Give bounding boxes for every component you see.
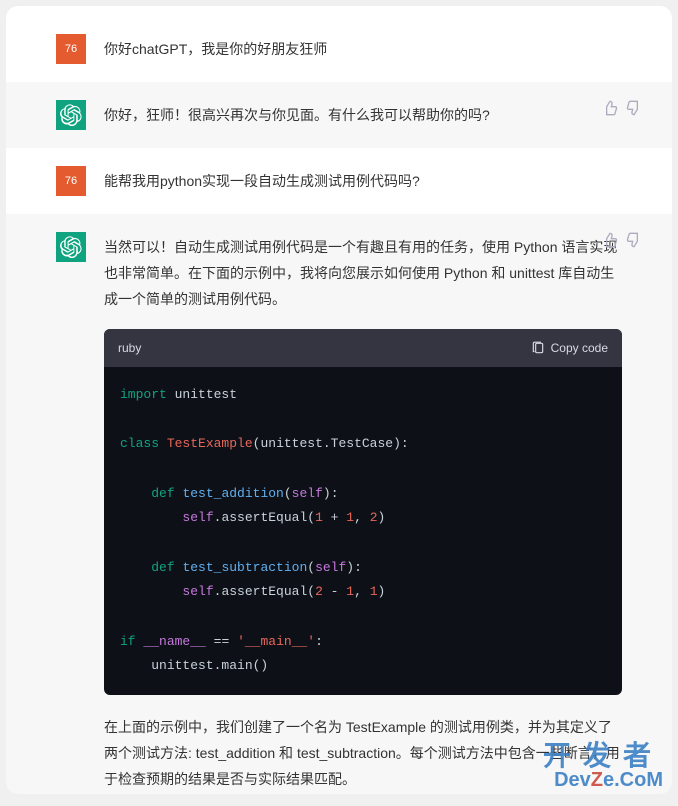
- thumbs-down-icon[interactable]: [626, 232, 642, 248]
- message-text: 当然可以！自动生成测试用例代码是一个有趣且有用的任务，使用 Python 语言实…: [104, 232, 622, 794]
- openai-icon: [60, 236, 82, 258]
- code-header: ruby Copy code: [104, 329, 622, 367]
- avatar-assistant: [56, 100, 86, 130]
- message-user-1: 76 你好chatGPT，我是你的好朋友狂师: [6, 16, 672, 82]
- message-assistant-1: 你好，狂师！很高兴再次与你见面。有什么我可以帮助你的吗?: [6, 82, 672, 148]
- message-actions: [602, 100, 642, 116]
- avatar-user: 76: [56, 34, 86, 64]
- message-text: 能帮我用python实现一段自动生成测试用例代码吗?: [104, 166, 622, 196]
- message-user-2: 76 能帮我用python实现一段自动生成测试用例代码吗?: [6, 148, 672, 214]
- clipboard-icon: [531, 341, 545, 355]
- code-body: import unittest class TestExample(unitte…: [104, 367, 622, 695]
- avatar-user: 76: [56, 166, 86, 196]
- copy-code-label: Copy code: [551, 337, 608, 359]
- message-actions: [602, 232, 642, 248]
- thumbs-down-icon[interactable]: [626, 100, 642, 116]
- code-block: ruby Copy code import unittest class Tes…: [104, 329, 622, 695]
- message-text: 你好，狂师！很高兴再次与你见面。有什么我可以帮助你的吗?: [104, 100, 622, 130]
- copy-code-button[interactable]: Copy code: [531, 337, 608, 359]
- thumbs-up-icon[interactable]: [602, 232, 618, 248]
- assistant-para-1: 当然可以！自动生成测试用例代码是一个有趣且有用的任务，使用 Python 语言实…: [104, 235, 622, 313]
- message-assistant-2: 当然可以！自动生成测试用例代码是一个有趣且有用的任务，使用 Python 语言实…: [6, 214, 672, 794]
- openai-icon: [60, 104, 82, 126]
- thumbs-up-icon[interactable]: [602, 100, 618, 116]
- code-lang-label: ruby: [118, 337, 141, 359]
- assistant-para-2: 在上面的示例中，我们创建了一个名为 TestExample 的测试用例类，并为其…: [104, 715, 622, 793]
- chat-container: 76 你好chatGPT，我是你的好朋友狂师 你好，狂师！很高兴再次与你见面。有…: [6, 6, 672, 794]
- message-text: 你好chatGPT，我是你的好朋友狂师: [104, 34, 622, 64]
- avatar-assistant: [56, 232, 86, 262]
